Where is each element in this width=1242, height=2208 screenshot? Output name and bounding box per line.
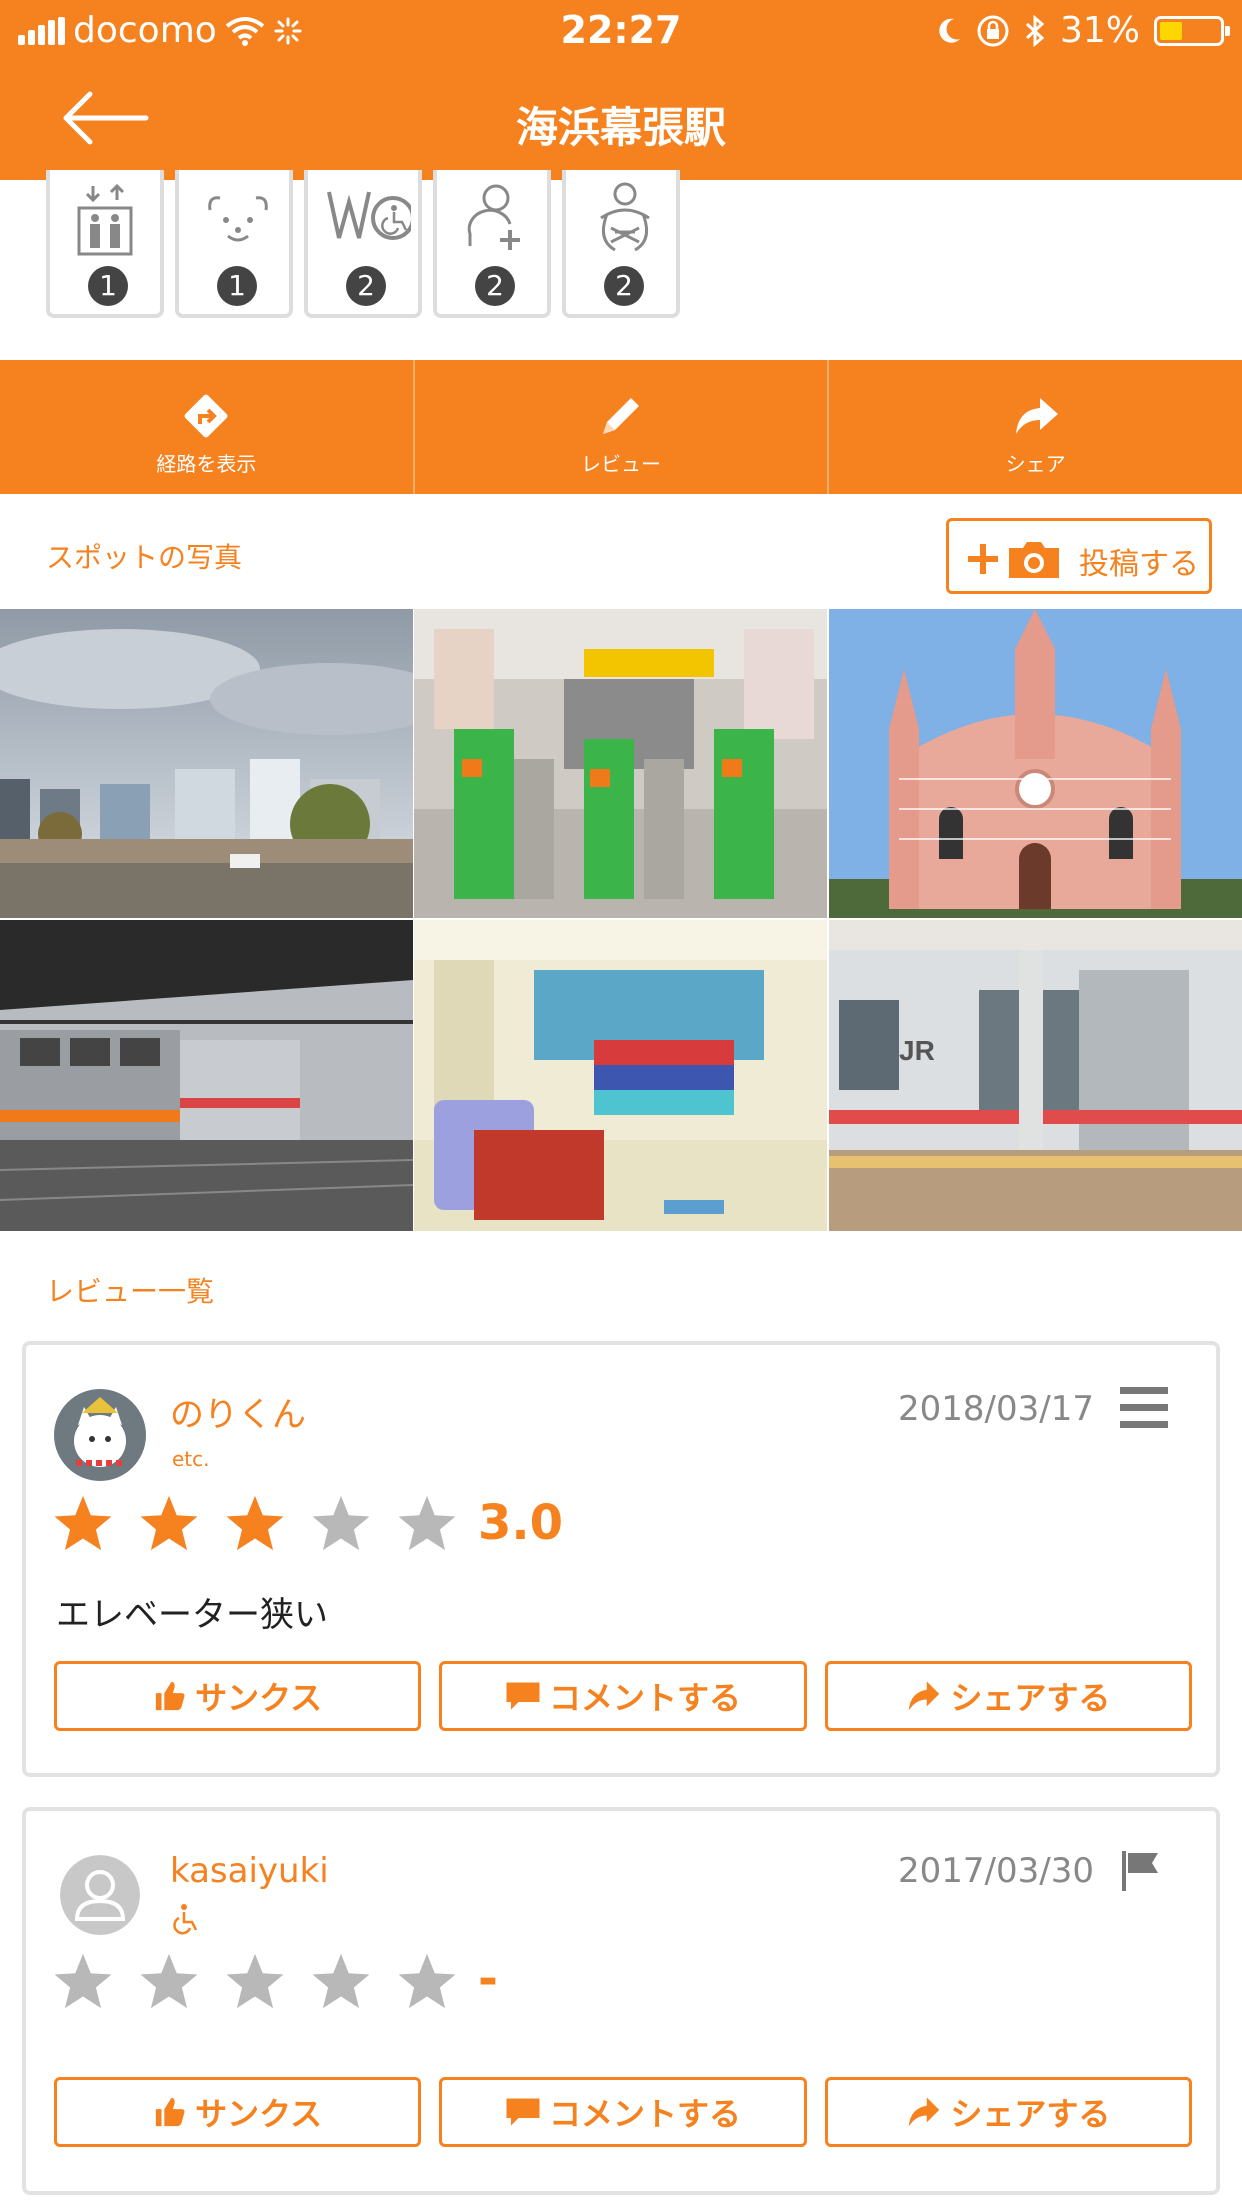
rating-value: 3.0: [478, 1495, 564, 1551]
review-actions: サンクス コメントする シェアする: [54, 2077, 1192, 2147]
review-date: 2017/03/30: [898, 1851, 1094, 1891]
route-icon: [184, 394, 228, 438]
reviewer-tag: etc.: [172, 1447, 210, 1471]
photo-thumbnail[interactable]: JR: [829, 920, 1242, 1231]
assistance-dog-icon: [208, 196, 268, 242]
share-review-button[interactable]: シェアする: [824, 1661, 1192, 1731]
photo-thumbnail[interactable]: [829, 609, 1242, 918]
review-label: レビュー: [581, 452, 661, 476]
thanks-button[interactable]: サンクス: [54, 1661, 422, 1731]
review-comment: エレベーター狭い: [56, 1595, 328, 1635]
action-bar: 経路を表示 レビュー シェア: [0, 360, 1242, 494]
rotation-lock-icon: [977, 15, 1009, 46]
facility-count: 2: [346, 266, 386, 306]
reviewer-name[interactable]: のりくん: [170, 1387, 306, 1436]
star-empty-icon: [54, 1953, 112, 2009]
avatar[interactable]: [60, 1855, 140, 1935]
bluetooth-icon: [1025, 14, 1045, 47]
review-card: kasaiyuki 2017/03/30 - サンクス コメントする シェアする: [22, 1807, 1220, 2195]
comment-button[interactable]: コメントする: [439, 1661, 807, 1731]
share-icon: [909, 1681, 940, 1711]
facility-first-aid-room[interactable]: 2: [433, 170, 551, 318]
facility-count: 1: [217, 266, 257, 306]
star-empty-icon: [226, 1953, 284, 2009]
svg-text:JR: JR: [899, 1035, 935, 1066]
facility-baby-room[interactable]: 2: [562, 170, 680, 318]
post-photo-label: 投稿する: [1079, 547, 1199, 582]
top-bar: docomo 22:27 31% 海浜幕張駅: [0, 0, 1242, 180]
rating-value: -: [478, 1951, 498, 2007]
reviews-section-label: レビュー一覧: [46, 1275, 215, 1308]
post-photo-button[interactable]: 投稿する: [946, 518, 1212, 594]
facility-list: 1 1 2 2 2: [0, 170, 1242, 360]
star-filled-icon: [226, 1495, 284, 1551]
wheelchair-icon: [173, 1904, 198, 1935]
facility-accessible-toilet[interactable]: 2: [304, 170, 422, 318]
photo-thumbnail[interactable]: [414, 609, 827, 918]
battery-icon: [1154, 15, 1230, 46]
review-card: のりくん etc. 2018/03/17 3.0 エレベーター狭い サンクス コ…: [22, 1341, 1220, 1777]
star-empty-icon: [398, 1495, 456, 1551]
route-label: 経路を表示: [156, 452, 257, 476]
reviewer-name[interactable]: kasaiyuki: [170, 1851, 329, 1891]
share-button[interactable]: シェア: [827, 360, 1242, 494]
facility-assistance-dog[interactable]: 1: [175, 170, 293, 318]
navigation-bar: 海浜幕張駅: [0, 62, 1242, 180]
page-title: 海浜幕張駅: [515, 103, 726, 152]
star-empty-icon: [140, 1953, 198, 2009]
share-label: シェア: [1005, 452, 1066, 476]
facility-count: 2: [604, 266, 644, 306]
speech-bubble-icon: [506, 1682, 540, 1710]
thanks-button[interactable]: サンクス: [54, 2077, 422, 2147]
baby-room-icon: [600, 182, 650, 252]
speech-bubble-icon: [506, 2098, 540, 2126]
avatar[interactable]: [54, 1389, 146, 1481]
photos-section-label: スポットの写真: [46, 541, 243, 574]
menu-icon[interactable]: [1120, 1385, 1168, 1431]
star-empty-icon: [398, 1953, 456, 2009]
star-filled-icon: [54, 1495, 112, 1551]
review-button[interactable]: レビュー: [412, 360, 828, 494]
thumbs-up-icon: [155, 1681, 185, 1711]
comment-button[interactable]: コメントする: [439, 2077, 807, 2147]
moon-icon: [939, 18, 960, 43]
photo-thumbnail[interactable]: [0, 609, 413, 918]
pencil-icon: [603, 398, 639, 434]
battery-percent: 31%: [1059, 10, 1140, 51]
first-aid-room-icon: [467, 184, 520, 250]
facility-elevator[interactable]: 1: [46, 170, 164, 318]
add-photo-icon: [968, 542, 1059, 578]
accessible-toilet-icon: [327, 191, 411, 240]
status-bar: docomo 22:27 31%: [0, 0, 1242, 62]
star-rating: [52, 1951, 458, 2011]
photo-thumbnail[interactable]: [414, 920, 827, 1231]
star-rating: [52, 1493, 458, 1553]
facility-count: 1: [88, 266, 128, 306]
facility-count: 2: [475, 266, 515, 306]
share-review-button[interactable]: シェアする: [824, 2077, 1192, 2147]
star-empty-icon: [312, 1495, 370, 1551]
photo-grid: JR: [0, 609, 1242, 1231]
review-date: 2018/03/17: [898, 1389, 1094, 1429]
star-filled-icon: [140, 1495, 198, 1551]
photo-thumbnail[interactable]: [0, 920, 413, 1231]
route-button[interactable]: 経路を表示: [0, 360, 413, 494]
star-empty-icon: [312, 1953, 370, 2009]
review-actions: サンクス コメントする シェアする: [54, 1661, 1192, 1731]
share-icon: [1015, 398, 1058, 434]
elevator-icon: [77, 183, 133, 256]
thumbs-up-icon: [155, 2097, 185, 2127]
flag-icon[interactable]: [1120, 1849, 1166, 1893]
share-icon: [909, 2097, 940, 2127]
